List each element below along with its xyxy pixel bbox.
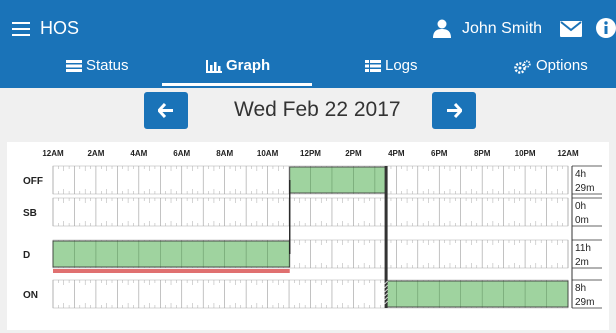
total-hours-off: 4h (575, 169, 586, 180)
gears-icon (514, 60, 531, 74)
total-minutes-off: 29m (575, 183, 594, 194)
x-tick-label: 2PM (345, 149, 362, 158)
row-label-on: ON (23, 290, 38, 301)
tab-graph[interactable]: Graph (206, 57, 286, 83)
hos-graph-panel: 12AM 2AM 4AM 6AM 8AM 10AM 12PM 2PM 4PM 6PM 8PM 10PM… (7, 142, 609, 330)
arrow-right-icon (447, 103, 462, 118)
total-hours-d: 11h (575, 243, 591, 254)
x-tick-label: 12AM (557, 149, 579, 158)
user-name: John Smith (462, 20, 543, 37)
x-tick-label: 8AM (216, 149, 233, 158)
x-tick-label: 8PM (474, 149, 491, 158)
duty-segment-d (53, 241, 290, 267)
x-tick-label: 10PM (515, 149, 536, 158)
tab-options[interactable]: Options (514, 57, 604, 83)
tab-status-label: Status (86, 57, 129, 74)
tab-graph-label: Graph (226, 57, 271, 74)
current-date: Wed Feb 22 2017 (234, 98, 401, 121)
violation-bar (53, 269, 290, 273)
next-day-button[interactable] (432, 92, 476, 129)
app-title: HOS (40, 18, 80, 38)
prev-day-button[interactable] (144, 92, 188, 129)
user-icon (433, 19, 451, 38)
total-hours-sb: 0h (575, 201, 586, 212)
tab-status[interactable]: Status (66, 57, 136, 83)
x-tick-label: 12PM (300, 149, 321, 158)
total-minutes-on: 29m (575, 297, 594, 308)
x-tick-label: 6PM (431, 149, 448, 158)
tab-logs[interactable]: Logs (365, 57, 435, 83)
x-tick-label: 4PM (388, 149, 405, 158)
tab-options-label: Options (536, 57, 588, 74)
app-header: HOS John Smith Status Graph Logs Options (0, 0, 616, 88)
row-label-d: D (23, 250, 30, 261)
list-icon (66, 60, 82, 72)
total-minutes-d: 2m (575, 257, 589, 268)
x-tick-label: 6AM (173, 149, 190, 158)
x-tick-label: 4AM (130, 149, 147, 158)
hos-duty-graph: 12AM 2AM 4AM 6AM 8AM 10AM 12PM 2PM 4PM 6PM 8PM 10PM… (23, 149, 602, 309)
arrow-left-icon (158, 103, 173, 118)
x-tick-label: 2AM (87, 149, 104, 158)
total-hours-on: 8h (575, 283, 586, 294)
duty-segment-off (289, 167, 386, 193)
active-tab-indicator (162, 83, 312, 86)
total-minutes-sb: 0m (575, 215, 589, 226)
row-label-sb: SB (23, 208, 37, 219)
tab-logs-label: Logs (385, 57, 418, 74)
hamburger-icon[interactable] (12, 22, 30, 36)
list-icon (365, 60, 381, 72)
bar-chart-icon (206, 60, 222, 73)
info-icon[interactable] (596, 18, 616, 38)
x-tick-label: 12AM (42, 149, 64, 158)
duty-segment-on (385, 281, 568, 307)
row-label-off: OFF (23, 176, 43, 187)
envelope-icon[interactable] (560, 21, 582, 37)
x-tick-label: 10AM (257, 149, 279, 158)
